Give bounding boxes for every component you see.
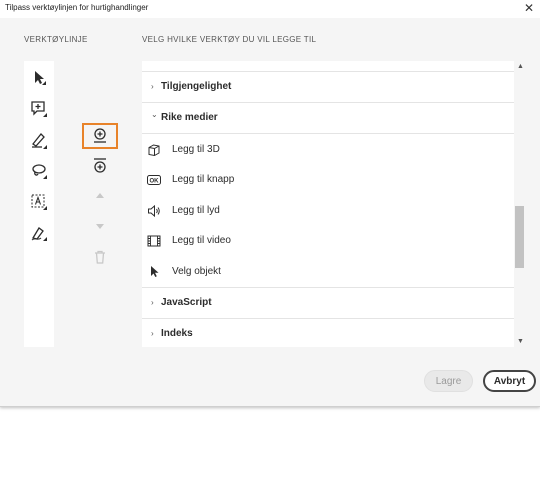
chevron-right-icon: › <box>151 298 154 307</box>
cube-icon <box>148 144 160 157</box>
window-title: Tilpass verktøylinjen for hurtighandling… <box>5 3 149 12</box>
delete-button[interactable] <box>82 245 118 271</box>
close-icon[interactable]: ✕ <box>524 1 534 15</box>
customize-toolbar-dialog: Tilpass verktøylinjen for hurtighandling… <box>0 0 540 407</box>
pointer-icon <box>151 266 159 277</box>
chevron-right-icon: › <box>151 329 154 338</box>
text-box-tool-icon[interactable] <box>29 192 49 212</box>
cancel-button[interactable]: Avbryt <box>483 370 536 392</box>
list-scrollbar[interactable]: ▲ ▼ <box>514 61 526 347</box>
save-button[interactable]: Lagre <box>424 370 473 392</box>
category-label: JavaScript <box>161 297 212 308</box>
film-icon <box>147 235 161 247</box>
item-label: Velg objekt <box>172 266 221 277</box>
scroll-down-icon[interactable]: ▼ <box>517 338 524 345</box>
list-top-divider <box>142 61 514 72</box>
scrollbar-thumb[interactable] <box>515 206 524 268</box>
item-label: Legg til 3D <box>172 144 220 155</box>
category-javascript[interactable]: › JavaScript <box>142 288 514 319</box>
triangle-up-icon <box>96 193 104 198</box>
item-label: Legg til knapp <box>172 174 235 185</box>
toolbar-label: VERKTØYLINJE <box>24 35 88 44</box>
highlight-pen-tool-icon[interactable] <box>29 130 49 150</box>
scroll-up-icon[interactable]: ▲ <box>517 63 524 70</box>
add-below-icon <box>94 158 106 173</box>
list-item-legg-til-3d[interactable]: Legg til 3D <box>142 135 514 165</box>
trash-icon <box>95 250 105 264</box>
add-above-icon <box>94 128 106 143</box>
triangle-down-icon <box>96 224 104 229</box>
add-comment-tool-icon[interactable] <box>29 99 49 119</box>
list-item-legg-til-video[interactable]: Legg til video <box>142 226 514 256</box>
list-item-legg-til-knapp[interactable]: OK Legg til knapp <box>142 165 514 195</box>
draw-freeform-tool-icon[interactable] <box>29 161 49 181</box>
sign-tool-icon[interactable] <box>29 223 49 243</box>
category-label: Tilgjengelighet <box>161 81 232 92</box>
list-item-legg-til-lyd[interactable]: Legg til lyd <box>142 196 514 226</box>
toolbar-panel <box>24 61 54 347</box>
ok-button-icon: OK <box>147 175 161 185</box>
category-label: Rike medier <box>161 112 218 123</box>
chevron-right-icon: › <box>151 82 154 91</box>
chevron-down-icon: ⌄ <box>151 110 158 119</box>
title-bar: Tilpass verktøylinjen for hurtighandling… <box>0 0 540 18</box>
item-label: Legg til video <box>172 235 231 246</box>
move-up-button[interactable] <box>82 184 118 210</box>
tools-list: › Tilgjengelighet ⌄ Rike medier Legg til… <box>142 61 514 347</box>
svg-text:OK: OK <box>150 179 160 185</box>
category-rike-medier[interactable]: ⌄ Rike medier <box>142 103 514 134</box>
item-label: Legg til lyd <box>172 205 220 216</box>
category-indeks[interactable]: › Indeks <box>142 319 514 347</box>
add-tool-below-button[interactable] <box>82 153 118 179</box>
select-tool-icon[interactable] <box>29 68 49 88</box>
category-tilgjengelighet[interactable]: › Tilgjengelighet <box>142 72 514 103</box>
add-tool-above-button[interactable] <box>82 123 118 149</box>
category-label: Indeks <box>161 328 193 339</box>
speaker-icon <box>148 204 160 218</box>
move-down-button[interactable] <box>82 214 118 240</box>
choose-tools-label: VELG HVILKE VERKTØY DU VIL LEGGE TIL <box>142 35 317 44</box>
list-item-velg-objekt[interactable]: Velg objekt <box>142 257 514 287</box>
